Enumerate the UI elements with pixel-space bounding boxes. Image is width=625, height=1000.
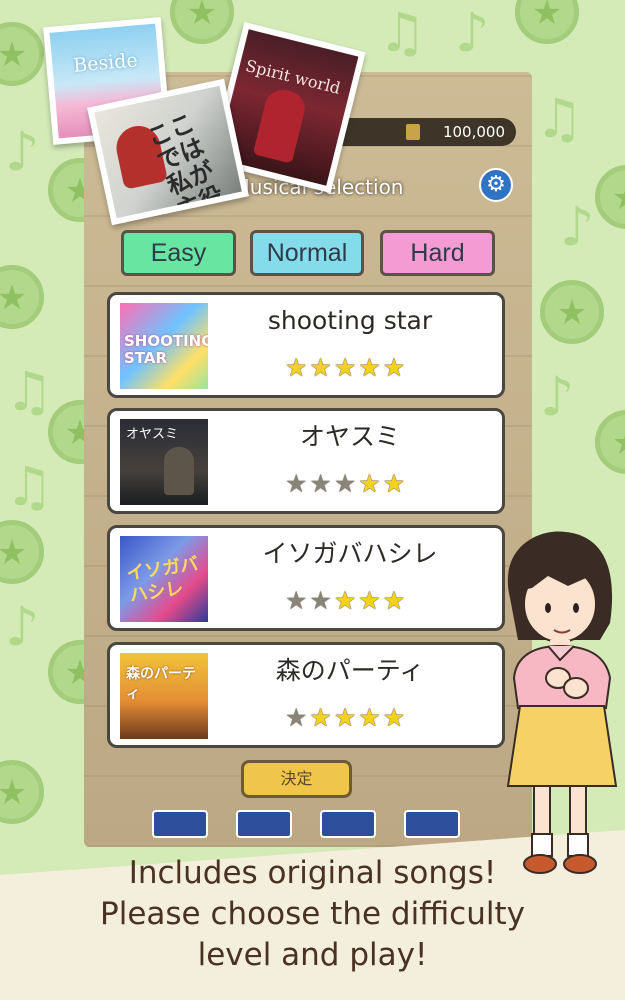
caption-line: Please choose the difficulty [100, 896, 525, 932]
thumbnail-text: SHOOTING STAR [124, 332, 208, 367]
star-empty-icon: ★ [309, 586, 334, 615]
song-title: オヤスミ [299, 422, 400, 451]
music-note-decoration: ♫ [378, 1, 427, 64]
song-thumbnail: SHOOTING STAR [120, 303, 208, 389]
tab-hard[interactable]: Hard [380, 230, 495, 276]
song-card-shooting-star[interactable]: SHOOTING STAR shooting star ★★★★★ [107, 292, 505, 398]
song-card-mori-no-party[interactable]: 森のパーティ 森のパーティ ★★★★★ [107, 642, 505, 748]
star-filled-icon: ★ [382, 586, 408, 615]
difficulty-stars: ★★★★★ [285, 353, 430, 383]
star-filled-icon: ★ [309, 703, 334, 732]
caption-line: level and play! [197, 937, 428, 973]
girl-character-illustration [506, 531, 618, 874]
cover-figure [252, 86, 309, 164]
song-card-isogabahashire[interactable]: イソガバハシレ イソガバハシレ ★★★★★ [107, 525, 505, 631]
song-thumbnail: イソガバハシレ [120, 536, 208, 622]
music-note-decoration: ♪ [5, 595, 40, 658]
star-empty-icon: ★ [309, 469, 334, 498]
music-note-decoration: ♫ [5, 455, 54, 518]
star-filled-icon: ★ [358, 586, 383, 615]
nav-button[interactable] [320, 810, 376, 838]
star-empty-icon: ★ [285, 469, 310, 498]
music-note-decoration: ♪ [540, 365, 575, 428]
coin-decoration [0, 22, 44, 86]
song-title: イソガバハシレ [262, 539, 438, 568]
coin-decoration [515, 0, 579, 44]
coin-decoration [595, 165, 625, 229]
thumbnail-text: オヤスミ [126, 427, 179, 442]
coin-decoration [0, 265, 44, 329]
thumbnail-text: イソガバハシレ [125, 553, 200, 607]
star-filled-icon: ★ [333, 703, 359, 732]
coin-decoration [595, 410, 625, 474]
music-note-decoration: ♪ [455, 1, 490, 64]
star-filled-icon: ★ [382, 469, 408, 498]
score-icon [406, 124, 420, 140]
star-filled-icon: ★ [333, 353, 359, 382]
star-empty-icon: ★ [285, 703, 310, 732]
caption-line: Includes original songs! [128, 855, 497, 891]
song-thumbnail: 森のパーティ [120, 653, 208, 739]
decide-button[interactable]: 決定 [241, 760, 352, 798]
difficulty-stars: ★★★★★ [285, 703, 430, 733]
cover-title: Beside [72, 49, 139, 77]
tab-normal[interactable]: Normal [250, 230, 364, 276]
star-filled-icon: ★ [382, 703, 408, 732]
star-filled-icon: ★ [358, 469, 383, 498]
star-filled-icon: ★ [358, 703, 383, 732]
song-thumbnail: オヤスミ [120, 419, 208, 505]
coin-decoration [0, 760, 44, 824]
music-note-decoration: ♫ [5, 360, 54, 423]
star-filled-icon: ★ [358, 353, 383, 382]
song-title: shooting star [267, 306, 433, 335]
difficulty-stars: ★★★★★ [285, 469, 430, 499]
star-filled-icon: ★ [309, 353, 334, 382]
cover-title: ここでは私が主役 [143, 107, 228, 219]
coin-decoration [540, 280, 604, 344]
gear-icon[interactable]: ⚙ [479, 168, 513, 202]
coin-decoration [0, 520, 44, 584]
nav-button[interactable] [152, 810, 208, 838]
star-empty-icon: ★ [333, 469, 359, 498]
music-note-decoration: ♪ [560, 195, 595, 258]
thumbnail-figure [164, 447, 194, 495]
score-value: 100,000 [442, 123, 505, 141]
coin-decoration [170, 0, 234, 44]
nav-button[interactable] [404, 810, 460, 838]
difficulty-stars: ★★★★★ [285, 586, 430, 616]
song-card-oyasumi[interactable]: オヤスミ オヤスミ ★★★★★ [107, 408, 505, 514]
star-filled-icon: ★ [285, 353, 310, 382]
star-filled-icon: ★ [382, 353, 408, 382]
nav-button[interactable] [236, 810, 292, 838]
song-title: 森のパーティ [275, 656, 425, 685]
music-note-decoration: ♪ [5, 120, 40, 183]
tab-easy[interactable]: Easy [121, 230, 236, 276]
star-empty-icon: ★ [285, 586, 310, 615]
music-note-decoration: ♫ [535, 87, 584, 150]
thumbnail-text: 森のパーティ [126, 666, 196, 702]
star-filled-icon: ★ [333, 586, 359, 615]
